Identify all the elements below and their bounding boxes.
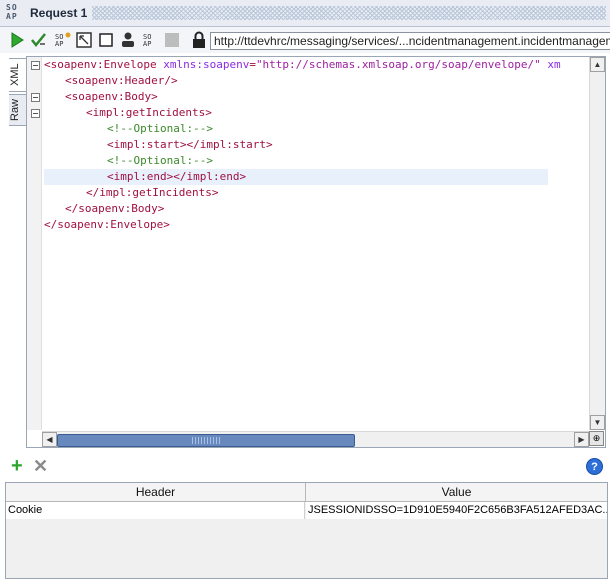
tab-xml[interactable]: XML [9,58,27,92]
endpoint-url-field[interactable]: http://ttdevhrc/messaging/services/...nc… [210,32,610,50]
add-header-icon[interactable]: + [11,456,27,476]
svg-text:AP: AP [143,40,151,48]
vertical-scrollbar[interactable]: ▲ ▼ [589,57,605,430]
fold-toggle-envelope[interactable] [31,61,40,70]
code-line: <impl:start></impl:start> [107,138,273,151]
code-line: <soapenv:Header/> [65,74,178,87]
code-line: <!--Optional:--> [107,122,213,135]
scroll-right-arrow-icon[interactable]: ▶ [574,432,589,447]
headers-toolbar [0,456,610,480]
header-value-cell[interactable]: JSESSIONIDSSO=1D910E5940F2C656B3FA512AFE… [306,502,607,519]
scroll-left-arrow-icon[interactable]: ◀ [42,432,57,447]
column-header-header[interactable]: Header [6,483,306,502]
user-icon[interactable] [119,31,137,49]
title-bar-pattern[interactable] [92,6,606,20]
soap-logo-icon: SO AP [6,3,18,21]
stop-icon[interactable] [163,31,181,49]
scroll-grip [192,437,222,444]
fullscreen-icon[interactable] [75,31,93,49]
help-icon[interactable]: ? [586,458,603,475]
remove-header-icon[interactable]: ✕ [33,457,49,475]
header-name-cell[interactable]: Cookie [6,502,305,519]
tab-raw[interactable]: Raw [9,94,27,126]
zoom-icon[interactable]: ⊕ [589,431,604,446]
stop-box-icon[interactable] [97,31,115,49]
code-line: </soapenv:Envelope> [44,218,170,231]
xml-code[interactable]: <soapenv:Envelope xmlns:soapenv="http://… [44,57,590,429]
code-line: <!--Optional:--> [107,154,213,167]
run-icon[interactable] [8,31,26,49]
soap-icon[interactable]: SOAP [141,31,159,49]
horizontal-scroll-thumb[interactable] [57,434,355,447]
scroll-down-arrow-icon[interactable]: ▼ [590,415,605,430]
horizontal-scrollbar[interactable]: ◀ ▶ [42,431,589,447]
column-header-value[interactable]: Value [306,483,607,502]
http-headers-table: Header Value Cookie JSESSIONIDSSO=1D910E… [5,482,608,579]
editor-tabs: XML Raw [6,58,27,448]
fold-toggle-body[interactable] [31,93,40,102]
code-line: </soapenv:Body> [65,202,165,215]
lock-icon[interactable] [190,31,208,49]
scroll-up-arrow-icon[interactable]: ▲ [590,57,605,72]
code-line: <impl:end></impl:end> [107,170,247,183]
svg-text:AP: AP [55,40,63,48]
window-title: Request 1 [30,6,88,20]
code-line: <soapenv:Envelope xmlns:soapenv="http://… [44,58,561,71]
code-line: <impl:getIncidents> [86,106,212,119]
fold-toggle-get-incidents[interactable] [31,109,40,118]
validate-icon[interactable] [30,31,48,49]
soap-create-icon[interactable]: SOAP [53,31,71,49]
code-line: </impl:getIncidents> [86,186,219,199]
code-line: <soapenv:Body> [65,90,158,103]
